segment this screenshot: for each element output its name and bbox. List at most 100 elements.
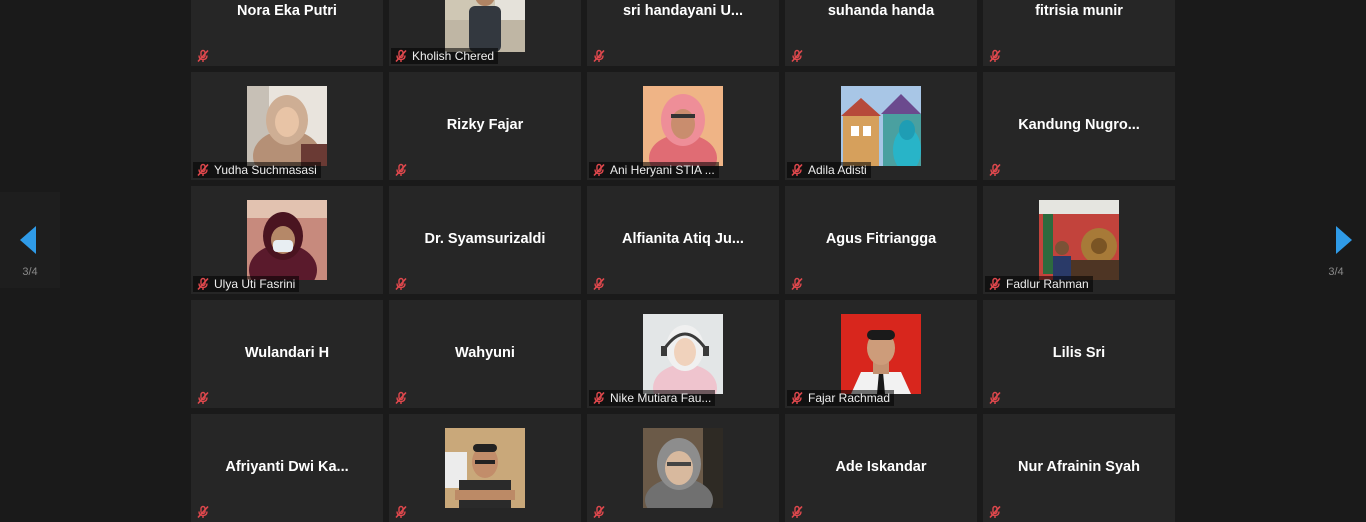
participant-status-bar (391, 390, 416, 406)
mic-muted-icon (196, 391, 210, 405)
participant-status-bar (985, 162, 1010, 178)
participant-video (247, 86, 327, 180)
mic-muted-icon (790, 277, 804, 291)
mic-muted-icon (592, 49, 606, 63)
mic-muted-icon (988, 391, 1002, 405)
mic-muted-icon (394, 49, 408, 63)
participant-tile[interactable]: Adila Adisti (785, 72, 977, 180)
participant-tile[interactable]: Nur Afrainin Syah (983, 414, 1175, 522)
mic-muted-icon (592, 505, 606, 519)
mic-muted-icon (394, 163, 408, 177)
participant-status-bar (985, 504, 1010, 520)
participant-video (643, 86, 723, 180)
participant-status-bar: Fadlur Rahman (985, 276, 1093, 292)
participant-tile[interactable]: Lilis Sri (983, 300, 1175, 408)
participant-tile[interactable]: Kholish Chered (389, 0, 581, 66)
participant-video (643, 314, 723, 408)
participant-label: Ani Heryani STIA ... (610, 163, 715, 177)
participant-status-bar: Adila Adisti (787, 162, 871, 178)
participant-tile[interactable]: Fajar Rachmad (785, 300, 977, 408)
mic-muted-icon (790, 49, 804, 63)
participant-status-bar (391, 276, 416, 292)
participant-tile[interactable]: Nora Eka Putri (191, 0, 383, 66)
participant-status-bar (193, 504, 218, 520)
participant-tile[interactable]: Yudha Suchmasasi (191, 72, 383, 180)
participant-status-bar (787, 504, 812, 520)
mic-muted-icon (988, 505, 1002, 519)
participant-tile[interactable]: Wahyuni (389, 300, 581, 408)
mic-muted-icon (988, 277, 1002, 291)
chevron-right-icon[interactable] (1336, 226, 1352, 254)
page-indicator: 3/4 (1328, 266, 1344, 278)
participant-status-bar: Fajar Rachmad (787, 390, 895, 406)
participant-name: Rizky Fajar (446, 117, 524, 133)
participant-name: Kandung Nugro... (1018, 117, 1140, 133)
participant-tile[interactable]: Ulya Uti Fasrini (191, 186, 383, 294)
mic-muted-icon (196, 277, 210, 291)
participant-tile[interactable]: Ani Heryani STIA ... (587, 72, 779, 180)
mic-muted-icon (196, 49, 210, 63)
participant-video (445, 428, 525, 508)
participant-video (1039, 200, 1119, 280)
participant-status-bar: Kholish Chered (391, 48, 499, 64)
participant-tile[interactable]: sri handayani U... (587, 0, 779, 66)
participant-status-bar (391, 504, 416, 520)
participant-name: Nur Afrainin Syah (1018, 459, 1140, 475)
participant-tile[interactable]: Rizky Fajar (389, 72, 581, 180)
participant-tile[interactable]: suhanda handa (785, 0, 977, 66)
participant-name: Wahyuni (455, 345, 515, 361)
participant-tile[interactable]: Wulandari H (191, 300, 383, 408)
next-page-button[interactable]: 3/4 (1306, 192, 1366, 288)
mic-muted-icon (196, 163, 210, 177)
participant-status-bar: Nike Mutiara Fau... (589, 390, 716, 406)
participant-status-bar (787, 276, 812, 292)
prev-page-button[interactable]: 3/4 (0, 192, 60, 288)
participant-status-bar (985, 48, 1010, 64)
participant-status-bar (391, 162, 416, 178)
participant-label: Nike Mutiara Fau... (610, 391, 712, 405)
participant-tile[interactable]: Ade Iskandar (785, 414, 977, 522)
participant-name: Agus Fitriangga (825, 231, 937, 247)
mic-muted-icon (394, 505, 408, 519)
participant-tile[interactable]: Agus Fitriangga (785, 186, 977, 294)
participant-status-bar: Ulya Uti Fasrini (193, 276, 300, 292)
participant-name: Nora Eka Putri (237, 3, 337, 19)
mic-muted-icon (394, 391, 408, 405)
mic-muted-icon (394, 277, 408, 291)
mic-muted-icon (592, 277, 606, 291)
participant-video (445, 0, 525, 52)
participant-name: Wulandari H (244, 345, 330, 361)
page-indicator: 3/4 (22, 266, 38, 278)
participant-tile[interactable]: Nike Mutiara Fau... (587, 300, 779, 408)
mic-muted-icon (988, 163, 1002, 177)
participant-tile[interactable]: Fadlur Rahman (983, 186, 1175, 294)
participant-status-bar: Yudha Suchmasasi (193, 162, 321, 178)
participant-status-bar (193, 390, 218, 406)
participant-status-bar (589, 48, 614, 64)
participant-tile[interactable]: Alfianita Atiq Ju... (587, 186, 779, 294)
participant-tile[interactable]: Kandung Nugro... (983, 72, 1175, 180)
participant-label: Ulya Uti Fasrini (214, 277, 296, 291)
participant-name: Dr. Syamsurizaldi (424, 231, 546, 247)
participant-status-bar (589, 504, 614, 520)
participant-tile[interactable] (587, 414, 779, 522)
participant-tile[interactable]: fitrisia munir (983, 0, 1175, 66)
participant-tile[interactable]: Afriyanti Dwi Ka... (191, 414, 383, 522)
participant-video (841, 86, 921, 172)
participant-video (247, 200, 327, 294)
mic-muted-icon (196, 505, 210, 519)
participant-tile[interactable]: Dr. Syamsurizaldi (389, 186, 581, 294)
chevron-left-icon[interactable] (20, 226, 36, 254)
participant-label: Kholish Chered (412, 49, 495, 63)
participant-label: Yudha Suchmasasi (214, 163, 317, 177)
mic-muted-icon (790, 163, 804, 177)
participant-label: Fadlur Rahman (1006, 277, 1089, 291)
participant-tile[interactable] (389, 414, 581, 522)
participant-status-bar (985, 390, 1010, 406)
participant-name: fitrisia munir (1035, 3, 1123, 19)
participant-name: suhanda handa (827, 3, 935, 19)
mic-muted-icon (790, 391, 804, 405)
participant-status-bar (787, 48, 812, 64)
participant-status-bar: Ani Heryani STIA ... (589, 162, 719, 178)
participant-name: sri handayani U... (622, 3, 744, 19)
